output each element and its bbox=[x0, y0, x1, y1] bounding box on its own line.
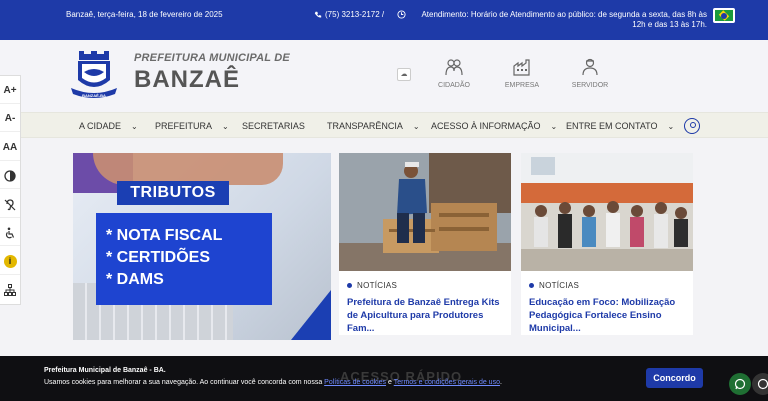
cookie-text-body: Usamos cookies para melhorar a sua naveg… bbox=[44, 379, 323, 386]
info-icon: i bbox=[3, 255, 17, 268]
wheelchair-icon bbox=[5, 227, 15, 238]
nav-item-prefeitura[interactable]: PREFEITURA ⌄ bbox=[155, 121, 229, 131]
font-reset-label: AA bbox=[2, 142, 18, 153]
phone-icon bbox=[314, 11, 322, 18]
phone-info[interactable]: (75) 3213-2172 / bbox=[314, 10, 384, 19]
cookie-and: e bbox=[388, 379, 392, 386]
news-tag-label: NOTÍCIAS bbox=[539, 281, 580, 290]
banner-title: TRIBUTOS bbox=[117, 181, 229, 205]
brand-name[interactable]: BANZAÊ bbox=[134, 66, 240, 94]
clock-icon bbox=[397, 10, 406, 19]
news-title[interactable]: Prefeitura de Banzaê Entrega Kits de Api… bbox=[347, 296, 507, 335]
banner-line: * DAMS bbox=[106, 271, 164, 288]
nav-label: ACESSO À INFORMAÇÃO bbox=[431, 121, 541, 131]
whatsapp-button[interactable] bbox=[729, 373, 751, 395]
font-decrease-label: A- bbox=[4, 113, 16, 124]
quick-link-label: SERVIDOR bbox=[571, 82, 609, 89]
business-icon bbox=[513, 59, 530, 76]
quick-link-label: CIDADÃO bbox=[438, 82, 470, 89]
whatsapp-icon bbox=[757, 378, 768, 390]
quick-link-servant[interactable]: SERVIDOR bbox=[565, 58, 615, 89]
chevron-down-icon: ⌄ bbox=[412, 121, 420, 131]
language-flag-brazil[interactable] bbox=[713, 8, 735, 23]
phone-number: (75) 3213-2172 / bbox=[325, 10, 385, 19]
quick-link-citizen[interactable]: CIDADÃO bbox=[429, 58, 479, 89]
chevron-down-icon: ⌄ bbox=[667, 121, 675, 131]
current-date: Banzaê, terça-feira, 18 de fevereiro de … bbox=[66, 10, 223, 19]
tag-dot-icon bbox=[347, 283, 352, 288]
hours-text: Horário de Atendimento ao público: de se… bbox=[470, 10, 707, 29]
tag-dot-icon bbox=[529, 283, 534, 288]
cookie-text-end: . bbox=[499, 379, 502, 386]
cloud-icon[interactable]: ☁ bbox=[397, 68, 411, 81]
news-title[interactable]: Educação em Foco: Mobilização Pedagógica… bbox=[529, 296, 689, 335]
opening-hours: Atendimento: Horário de Atendimento ao p… bbox=[397, 10, 707, 30]
nav-label: PREFEITURA bbox=[155, 121, 213, 131]
news-tag: NOTÍCIAS bbox=[347, 281, 397, 290]
info-button[interactable]: i bbox=[0, 249, 20, 275]
news-card[interactable]: NOTÍCIAS Educação em Foco: Mobilização P… bbox=[521, 153, 693, 335]
nav-label: SECRETARIAS bbox=[242, 121, 305, 131]
cookie-consent-bar: ACESSO RÁPIDO Prefeitura Municipal de Ba… bbox=[0, 356, 768, 401]
hearing-icon bbox=[4, 198, 16, 210]
cookie-policy-link[interactable]: Políticas de cookies bbox=[324, 379, 386, 386]
banner-line: * CERTIDÕES bbox=[106, 249, 211, 266]
crest-text: BANZAÊ-BA bbox=[82, 93, 106, 98]
contrast-button[interactable] bbox=[0, 163, 20, 189]
news-tag-label: NOTÍCIAS bbox=[357, 281, 398, 290]
municipal-crest-logo[interactable]: BANZAÊ-BA bbox=[69, 50, 119, 102]
quick-link-label: EMPRESA bbox=[504, 82, 540, 89]
wheelchair-button[interactable] bbox=[0, 220, 20, 246]
news-tag: NOTÍCIAS bbox=[529, 281, 579, 290]
chevron-down-icon: ⌄ bbox=[550, 121, 558, 131]
cookie-text: Usamos cookies para melhorar a sua naveg… bbox=[44, 379, 502, 386]
font-reset-button[interactable]: AA bbox=[0, 135, 20, 161]
news-photo-beekeeping-kits bbox=[339, 153, 511, 271]
hearing-button[interactable] bbox=[0, 192, 20, 218]
nav-item-acesso-informacao[interactable]: ACESSO À INFORMAÇÃO ⌄ bbox=[431, 121, 557, 131]
chevron-down-icon: ⌄ bbox=[131, 121, 138, 131]
main-navigation: A CIDADE ⌄ PREFEITURA ⌄ SECRETARIAS TRANSP… bbox=[0, 112, 768, 138]
news-card[interactable]: NOTÍCIAS Prefeitura de Banzaê Entrega Ki… bbox=[339, 153, 511, 335]
agree-button[interactable]: Concordo bbox=[646, 368, 703, 388]
terms-link[interactable]: Termos e condições gerais de uso bbox=[394, 379, 500, 386]
accessibility-toolbar: A+ A- AA i bbox=[0, 75, 21, 305]
hours-label: Atendimento: bbox=[421, 10, 469, 19]
nav-item-contato[interactable]: ENTRE EM CONTATO ⌄ bbox=[566, 121, 674, 131]
nav-item-secretarias[interactable]: SECRETARIAS bbox=[242, 121, 305, 131]
chevron-down-icon: ⌄ bbox=[222, 121, 229, 131]
nav-item-transparencia[interactable]: TRANSPARÊNCIA ⌄ bbox=[327, 121, 420, 131]
font-increase-label: A+ bbox=[3, 85, 17, 96]
brand-subtitle: PREFEITURA MUNICIPAL DE bbox=[134, 52, 290, 64]
top-info-bar: Banzaê, terça-feira, 18 de fevereiro de … bbox=[0, 0, 768, 40]
citizen-icon bbox=[445, 59, 463, 76]
tributos-banner[interactable]: TRIBUTOS * NOTA FISCAL * CERTIDÕES * DAM… bbox=[73, 153, 331, 340]
font-increase-button[interactable]: A+ bbox=[0, 78, 20, 104]
banner-line: * NOTA FISCAL bbox=[106, 227, 223, 244]
nav-label: TRANSPARÊNCIA bbox=[327, 121, 403, 131]
banner-corner-decoration bbox=[291, 290, 331, 340]
search-button[interactable] bbox=[684, 118, 700, 134]
contrast-icon bbox=[4, 169, 16, 182]
nav-label: A CIDADE bbox=[79, 121, 122, 131]
servant-icon bbox=[582, 58, 598, 76]
nav-item-a-cidade[interactable]: A CIDADE ⌄ bbox=[79, 121, 138, 131]
secondary-whatsapp-button[interactable] bbox=[752, 373, 768, 395]
cookie-title: Prefeitura Municipal de Banzaê - BA. bbox=[44, 367, 166, 374]
quick-link-business[interactable]: EMPRESA bbox=[497, 58, 547, 89]
font-decrease-button[interactable]: A- bbox=[0, 106, 20, 132]
whatsapp-icon bbox=[734, 378, 746, 390]
news-photo-education-mobilization bbox=[521, 153, 693, 271]
nav-label: ENTRE EM CONTATO bbox=[566, 121, 658, 131]
sitemap-button[interactable] bbox=[0, 277, 20, 303]
sitemap-icon bbox=[4, 284, 16, 296]
banner-list: * NOTA FISCAL * CERTIDÕES * DAMS bbox=[96, 213, 272, 305]
